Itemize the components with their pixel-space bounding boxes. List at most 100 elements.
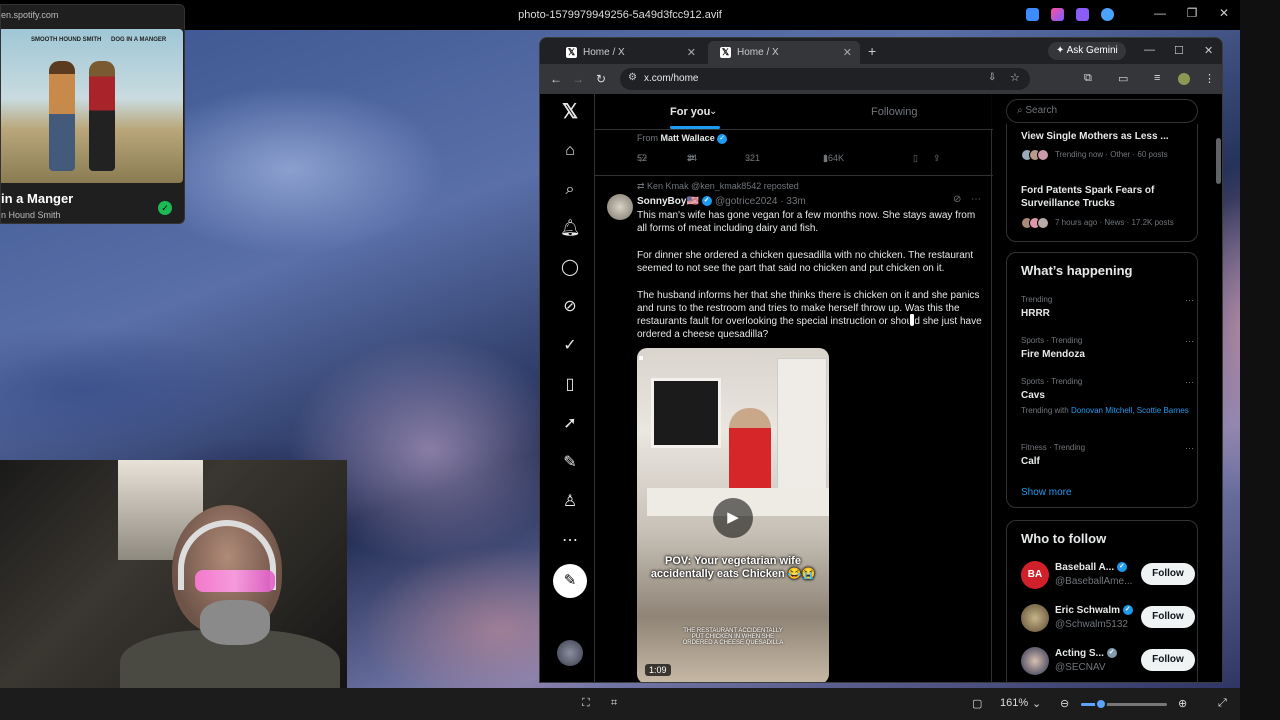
like-count: 321 (745, 153, 761, 163)
close-tab-icon[interactable]: ✕ (687, 46, 696, 59)
close-icon[interactable]: ✕ (1204, 44, 1213, 57)
browser-tab-2[interactable]: 𝕏 Home / X ✕ (708, 41, 860, 64)
album-title-tag: DOG IN A MANGER (111, 37, 167, 43)
trend-more-icon[interactable]: ⋯ (1185, 443, 1194, 454)
saved-check-icon[interactable]: ✓ (158, 201, 172, 215)
ask-gemini-button[interactable]: ✦ Ask Gemini (1048, 42, 1126, 60)
zoom-in-icon[interactable]: ⊕ (1178, 697, 1187, 710)
zoom-level[interactable]: 161% (1000, 697, 1028, 709)
bookmarks-icon[interactable]: ▯ (560, 375, 580, 395)
back-icon[interactable]: ← (550, 72, 562, 86)
follow-button[interactable]: Follow (1141, 563, 1195, 585)
gallery-icon[interactable] (1076, 8, 1089, 21)
post-video[interactable]: ▶ POV: Your vegetarian wife accidentally… (637, 348, 829, 682)
tab-following[interactable]: Following (871, 106, 917, 118)
reload-icon[interactable]: ↻ (596, 72, 606, 86)
notifications-bell-icon[interactable]: 🔔︎ (560, 219, 580, 239)
trend-title[interactable]: HRRR (1021, 307, 1191, 320)
close-icon[interactable]: ✕ (1208, 6, 1240, 20)
edit-icon[interactable] (1026, 8, 1039, 21)
fit-icon[interactable]: ⛶ (582, 697, 590, 710)
profile-avatar[interactable] (1178, 73, 1190, 85)
zoom-slider[interactable] (1081, 703, 1167, 706)
follow-avatar[interactable] (1021, 604, 1049, 632)
follow-name[interactable]: Acting S... ✓ (1055, 648, 1117, 659)
zoom-dropdown-icon[interactable]: ⌄ (1032, 697, 1041, 710)
author-handle-time[interactable]: @gotrice2024 · 33m (715, 196, 806, 207)
sidebar-scrollbar[interactable] (1216, 138, 1221, 184)
follow-avatar[interactable] (1021, 647, 1049, 675)
follow-avatar[interactable]: BA (1021, 561, 1049, 589)
forward-icon[interactable]: → (572, 72, 584, 86)
browser-tab-1[interactable]: 𝕏 Home / X ✕ (554, 41, 704, 64)
minimize-icon[interactable]: — (1144, 44, 1155, 56)
search-input[interactable]: ⌕ Search (1006, 99, 1198, 123)
bookmark-icon[interactable]: ▯ (913, 153, 918, 164)
spotify-miniplayer[interactable]: en.spotify.com SMOOTH HOUND SMITH DOG IN… (0, 4, 185, 224)
trend-more-icon[interactable]: ⋯ (1185, 336, 1194, 347)
actual-size-icon[interactable]: ▢ (972, 697, 982, 710)
explore-search-icon[interactable]: ⌕ (560, 180, 580, 200)
play-icon[interactable]: ▶ (713, 498, 753, 538)
communities-icon[interactable]: ✎ (560, 453, 580, 473)
grok-icon[interactable]: ⊘ (560, 297, 580, 317)
trend-title[interactable]: View Single Mothers as Less ... (1021, 130, 1191, 143)
trending-with-links[interactable]: Donovan Mitchell, Scottie Barnes (1071, 406, 1189, 415)
follow-button[interactable]: Follow (1141, 649, 1195, 671)
site-info-icon[interactable]: ⚙ (628, 72, 637, 83)
reading-list-icon[interactable]: ≡ (1154, 72, 1160, 84)
scan-text-icon[interactable]: ⌗ (611, 697, 617, 710)
verified-badge-icon: ✓ (1116, 562, 1127, 573)
trend-title[interactable]: Ford Patents Spark Fears of Surveillance… (1021, 184, 1191, 210)
trend-title[interactable]: Calf (1021, 455, 1191, 468)
video-fridge (777, 358, 827, 498)
author-name[interactable]: SonnyBoy🇺🇸 ✓ (637, 196, 712, 207)
repost-text[interactable]: Ken Kmak @ken_kmak8542 reposted (647, 181, 799, 191)
bookmark-star-icon[interactable]: ☆ (1010, 71, 1020, 84)
close-tab-icon[interactable]: ✕ (843, 46, 852, 59)
home-icon[interactable]: ⌂ (560, 141, 580, 161)
trend-more-icon[interactable]: ⋯ (1185, 377, 1194, 388)
post-text-1: This man's wife has gone vegan for a few… (637, 210, 976, 234)
messages-icon[interactable]: ◯ (560, 258, 580, 278)
account-avatar[interactable] (557, 640, 583, 666)
address-bar[interactable]: ⚙ x.com/home ⇩ ☆ (620, 68, 1030, 90)
grok-post-icon[interactable]: ⊘ (953, 194, 961, 205)
follow-name[interactable]: Eric Schwalm ✓ (1055, 605, 1133, 616)
cloud-off-icon[interactable] (1101, 8, 1114, 21)
follow-handle: @SECNAV (1055, 662, 1106, 673)
new-tab-icon[interactable]: + (868, 43, 876, 59)
verified-orgs-icon[interactable]: ✓ (560, 336, 580, 356)
fullscreen-icon[interactable]: ⤢ (1218, 697, 1227, 710)
trend-meta: Fitness · Trending (1021, 443, 1086, 452)
share-icon[interactable]: ⇪ (933, 153, 941, 164)
show-more-link[interactable]: Show more (1021, 487, 1072, 498)
post-more-icon[interactable]: ⋯ (971, 194, 981, 205)
cast-icon[interactable]: ▭ (1118, 72, 1128, 85)
install-app-icon[interactable]: ⇩ (988, 72, 996, 83)
profile-icon[interactable]: ♙ (560, 492, 580, 512)
maximize-icon[interactable]: ☐ (1174, 44, 1184, 57)
minimize-icon[interactable]: — (1144, 6, 1176, 20)
maximize-icon[interactable]: ❐ (1176, 6, 1208, 20)
author-avatar[interactable] (607, 194, 633, 220)
trend-more-icon[interactable]: ⋯ (1185, 295, 1194, 306)
extensions-icon[interactable]: ⧉ (1084, 72, 1092, 85)
trend-title[interactable]: Fire Mendoza (1021, 348, 1191, 361)
follow-button[interactable]: Follow (1141, 606, 1195, 628)
trend-title[interactable]: Cavs (1021, 389, 1191, 402)
chevron-down-icon[interactable]: ⌄ (709, 106, 717, 117)
ask-gemini-label: Ask Gemini (1066, 45, 1118, 56)
zoom-out-icon[interactable]: ⊖ (1060, 697, 1069, 710)
zoom-slider-thumb[interactable] (1094, 698, 1107, 710)
follow-name[interactable]: Baseball A... ✓ (1055, 562, 1127, 573)
jobs-rocket-icon[interactable]: ➚ (560, 414, 580, 434)
more-icon[interactable]: ⋯ (560, 531, 580, 551)
menu-icon[interactable]: ⋮ (1204, 72, 1215, 85)
post-compose-button[interactable]: ✎ (553, 564, 587, 598)
tab-for-you[interactable]: For you (670, 106, 710, 118)
from-name[interactable]: Matt Wallace (661, 133, 715, 143)
copilot-icon[interactable] (1051, 8, 1064, 21)
x-logo-icon[interactable]: 𝕏 (560, 102, 580, 122)
browser-toolbar: ← → ↻ ⚙ x.com/home ⇩ ☆ ⧉ ▭ ≡ ⋮ (540, 64, 1222, 94)
